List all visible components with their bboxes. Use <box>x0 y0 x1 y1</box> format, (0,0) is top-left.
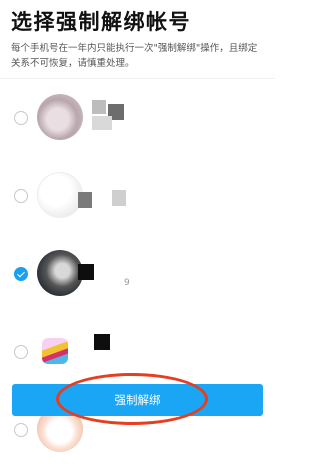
warning-description: 每个手机号在一年内只能执行一次"强制解绑"操作，且绑定关系不可恢复，请慎重处理。 <box>11 43 258 69</box>
radio-unchecked[interactable] <box>14 111 28 125</box>
redacted-name-block <box>94 334 110 350</box>
radio-unchecked[interactable] <box>14 189 28 203</box>
redacted-name-block <box>112 190 126 206</box>
avatar <box>37 172 83 218</box>
top-divider <box>0 78 275 79</box>
avatar <box>37 94 83 140</box>
account-list: 9 <box>0 86 275 476</box>
avatar <box>37 250 83 296</box>
game-logo-avatar <box>42 338 68 364</box>
redacted-name-block <box>78 192 92 208</box>
page-title: 选择强制解绑帐号 <box>11 10 191 34</box>
redacted-name-block <box>92 100 106 114</box>
radio-checked-icon[interactable] <box>14 267 28 281</box>
redacted-name-block <box>78 264 94 280</box>
radio-unchecked[interactable] <box>14 423 28 437</box>
account-row[interactable] <box>0 164 275 218</box>
account-row[interactable] <box>0 320 275 372</box>
force-unbind-button[interactable]: 强制解绑 <box>12 384 263 416</box>
obscured-number: 9 <box>124 278 130 288</box>
account-row[interactable] <box>0 86 275 140</box>
redacted-name-block <box>92 116 112 130</box>
account-row-selected[interactable]: 9 <box>0 242 275 296</box>
radio-unchecked[interactable] <box>14 345 28 359</box>
